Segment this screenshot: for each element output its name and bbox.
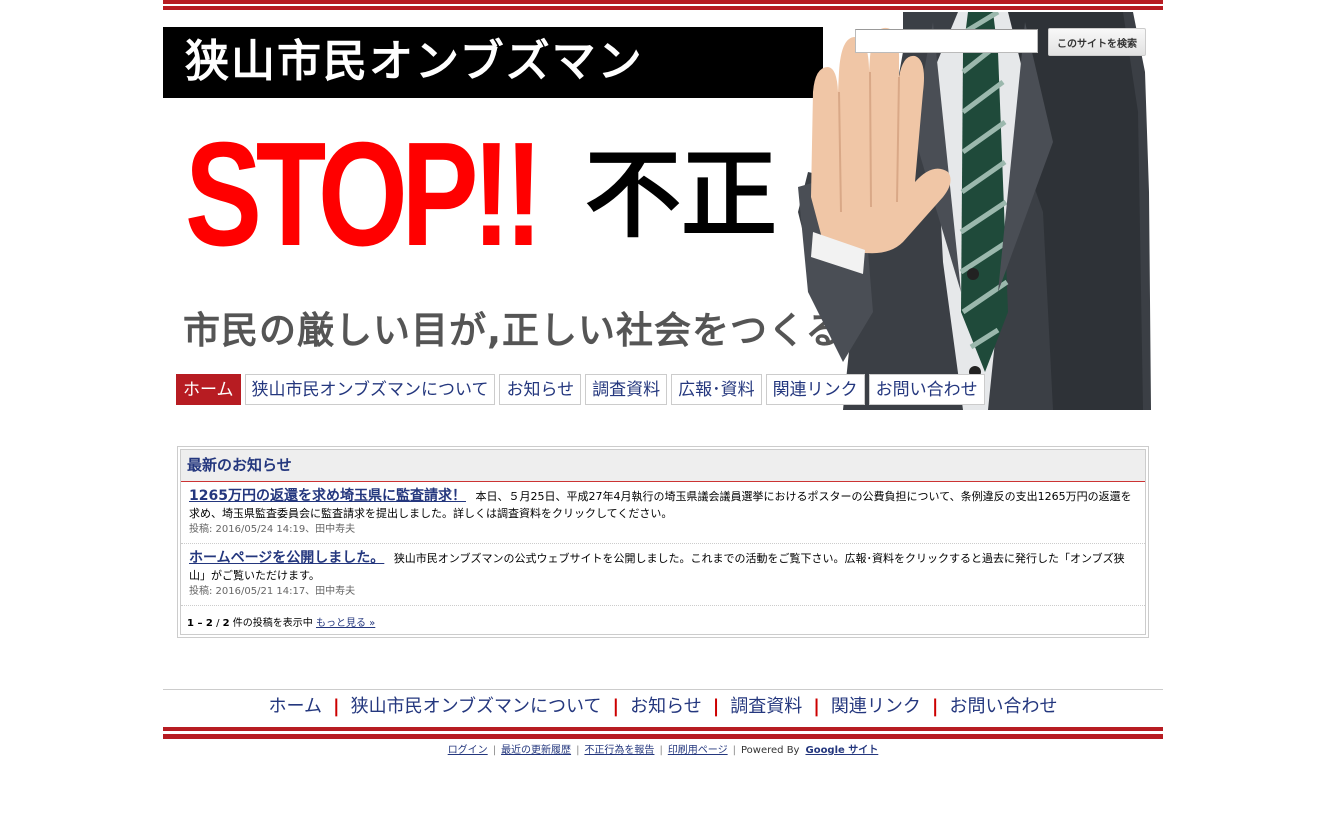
- news-item: ホームページを公開しました。 狭山市民オンブズマンの公式ウェブサイトを公開しまし…: [181, 544, 1145, 606]
- nav-item-publications[interactable]: 広報･資料: [671, 374, 762, 405]
- nav-item-home[interactable]: ホーム: [176, 374, 241, 405]
- footer-separator: |: [712, 696, 720, 717]
- more-news-link[interactable]: もっと見る »: [316, 618, 375, 629]
- google-sites-footer: ログイン | 最近の更新履歴 | 不正行為を報告 | 印刷用ページ | Powered By Go…: [447, 745, 879, 756]
- businessman-stop-hand-image: [793, 12, 1163, 410]
- footer-link-home[interactable]: ホーム: [269, 696, 322, 717]
- site-header: 狭山市民オンブズマン STOP!! 不正 市民の厳しい目が,正しい社会をつくる。: [163, 12, 1163, 410]
- login-link[interactable]: ログイン: [448, 745, 488, 756]
- news-item-title-link[interactable]: ホームページを公開しました。: [189, 550, 384, 566]
- search-input[interactable]: [855, 29, 1038, 53]
- footer-separator: |: [813, 696, 820, 717]
- report-abuse-link[interactable]: 不正行為を報告: [584, 745, 654, 756]
- footer-divider: [163, 689, 1163, 690]
- footer-separator: |: [333, 696, 340, 717]
- print-page-link[interactable]: 印刷用ページ: [668, 745, 728, 756]
- news-item-title-link[interactable]: 1265万円の返還を求め埼玉県に監査請求！: [189, 488, 466, 504]
- recent-activity-link[interactable]: 最近の更新履歴: [501, 745, 571, 756]
- nav-item-news[interactable]: お知らせ: [499, 374, 582, 405]
- title-bar: 狭山市民オンブズマン: [163, 27, 823, 98]
- nav-item-links[interactable]: 関連リンク: [765, 374, 865, 405]
- footer-link-research[interactable]: 調査資料: [730, 696, 802, 717]
- main-nav: ホーム 狭山市民オンブズマンについて お知らせ 調査資料 広報･資料 関連リンク…: [176, 374, 985, 405]
- news-item: 1265万円の返還を求め埼玉県に監査請求！ 本日、５月25日、平成27年4月執行…: [181, 482, 1145, 544]
- tagline: 市民の厳しい目が,正しい社会をつくる。: [183, 309, 882, 352]
- news-footer: 1 – 2 / 2 件の投稿を表示中 もっと見る »: [187, 618, 376, 629]
- bottom-stripe: [163, 727, 1163, 739]
- fusei-banner-text: 不正: [585, 138, 777, 251]
- nav-item-research[interactable]: 調査資料: [585, 374, 668, 405]
- top-stripe: [163, 0, 1163, 12]
- footer-link-contact[interactable]: お問い合わせ: [949, 696, 1057, 717]
- news-count-text: 件の投稿を表示中: [232, 618, 313, 629]
- news-item-meta: 投稿: 2016/05/21 14:17、田中寿夫: [189, 586, 356, 597]
- stop-banner-text: STOP!!: [185, 112, 543, 277]
- search-button[interactable]: このサイトを検索: [1048, 28, 1146, 56]
- news-item-meta: 投稿: 2016/05/24 14:19、田中寿夫: [189, 524, 356, 535]
- footer-link-links[interactable]: 関連リンク: [831, 696, 921, 717]
- nav-item-about[interactable]: 狭山市民オンブズマンについて: [244, 374, 496, 405]
- news-gadget: 最新のお知らせ 1265万円の返還を求め埼玉県に監査請求！ 本日、５月25日、平…: [177, 446, 1149, 638]
- footer-separator: |: [612, 696, 620, 717]
- powered-by-text: Powered By: [741, 745, 800, 756]
- google-sites-link[interactable]: Google サイト: [805, 745, 878, 756]
- footer-link-about[interactable]: 狭山市民オンブズマンについて: [351, 696, 602, 717]
- news-heading: 最新のお知らせ: [181, 450, 1145, 482]
- news-total: 2: [222, 618, 230, 629]
- nav-item-contact[interactable]: お問い合わせ: [868, 374, 985, 405]
- footer-link-news[interactable]: お知らせ: [630, 696, 702, 717]
- news-panel: 最新のお知らせ 1265万円の返還を求め埼玉県に監査請求！ 本日、５月25日、平…: [180, 449, 1146, 635]
- news-range: 1 – 2: [187, 618, 213, 629]
- page: 狭山市民オンブズマン STOP!! 不正 市民の厳しい目が,正しい社会をつくる。: [163, 0, 1163, 820]
- site-title[interactable]: 狭山市民オンブズマン: [185, 31, 644, 93]
- footer-separator: |: [931, 696, 939, 717]
- footer-nav: ホーム | 狭山市民オンブズマンについて | お知らせ | 調査資料 | 関連リンク | お問い合わ…: [163, 693, 1163, 721]
